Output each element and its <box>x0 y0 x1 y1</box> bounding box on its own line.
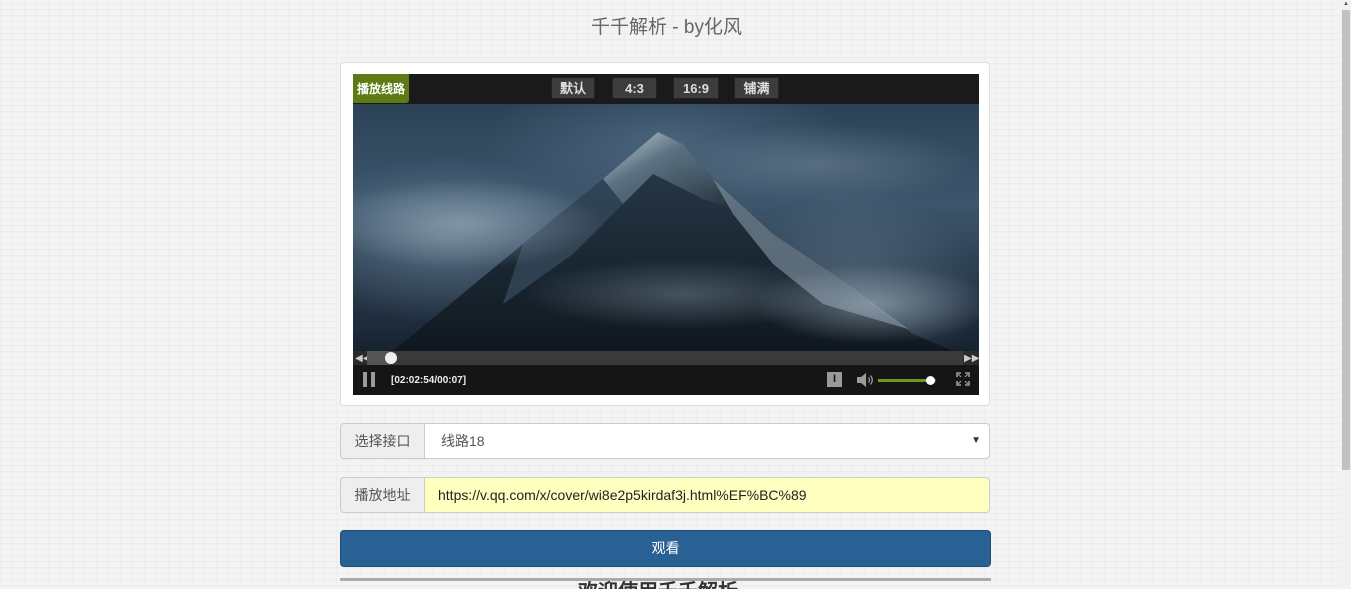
volume-slider[interactable] <box>878 376 936 385</box>
url-input[interactable]: https://v.qq.com/x/cover/wi8e2p5kirdaf3j… <box>424 477 990 513</box>
page-title: 千千解析 - by化风 <box>591 17 742 38</box>
ratio-4-3-button[interactable]: 4:3 <box>612 77 657 99</box>
watch-button[interactable]: 观看 <box>340 530 991 567</box>
progress-bar[interactable] <box>367 351 963 365</box>
interface-selected-value: 线路18 <box>441 433 485 449</box>
subtitle-icon[interactable]: I <box>827 372 842 387</box>
volume-fill <box>878 379 931 382</box>
video-frame[interactable] <box>353 104 979 351</box>
pause-icon[interactable] <box>363 372 377 387</box>
interface-select[interactable]: 线路18 ▼ <box>424 423 990 459</box>
volume-icon[interactable] <box>856 371 876 389</box>
interface-label: 选择接口 <box>340 423 425 459</box>
seek-forward-icon[interactable]: ▶▶ <box>964 353 979 364</box>
interface-select-group: 选择接口 线路18 ▼ <box>340 423 990 459</box>
url-input-group: 播放地址 https://v.qq.com/x/cover/wi8e2p5kir… <box>340 477 990 513</box>
fullscreen-icon[interactable] <box>956 372 970 386</box>
play-line-button[interactable]: 播放线路 <box>353 74 409 103</box>
progress-row: ◀◀ ▶▶ <box>353 351 979 365</box>
scrollbar-thumb[interactable] <box>1342 10 1350 470</box>
chevron-down-icon: ▼ <box>971 435 981 446</box>
video-player[interactable]: 播放线路 默认 4:3 16:9 铺满 ◀◀ ▶▶ [02:02:54/00:0… <box>353 74 979 395</box>
video-frame-image <box>353 124 979 351</box>
scroll-up-icon[interactable]: ▲ <box>1341 0 1351 9</box>
page-scrollbar[interactable]: ▲ <box>1341 0 1351 586</box>
volume-handle[interactable] <box>926 376 936 385</box>
ratio-fill-button[interactable]: 铺满 <box>734 77 779 99</box>
url-label: 播放地址 <box>340 477 425 513</box>
player-topbar: 播放线路 默认 4:3 16:9 铺满 <box>353 74 979 104</box>
control-bar: [02:02:54/00:07] I <box>353 365 979 395</box>
ratio-default-button[interactable]: 默认 <box>551 77 595 99</box>
progress-handle[interactable] <box>384 352 397 364</box>
footer-text: 欢迎使用千千解析 <box>578 581 738 589</box>
player-panel: 播放线路 默认 4:3 16:9 铺满 ◀◀ ▶▶ [02:02:54/00:0… <box>340 62 990 406</box>
footer-section: 欢迎使用千千解析 <box>340 578 991 589</box>
time-display: [02:02:54/00:07] <box>391 375 467 386</box>
ratio-16-9-button[interactable]: 16:9 <box>673 77 719 99</box>
